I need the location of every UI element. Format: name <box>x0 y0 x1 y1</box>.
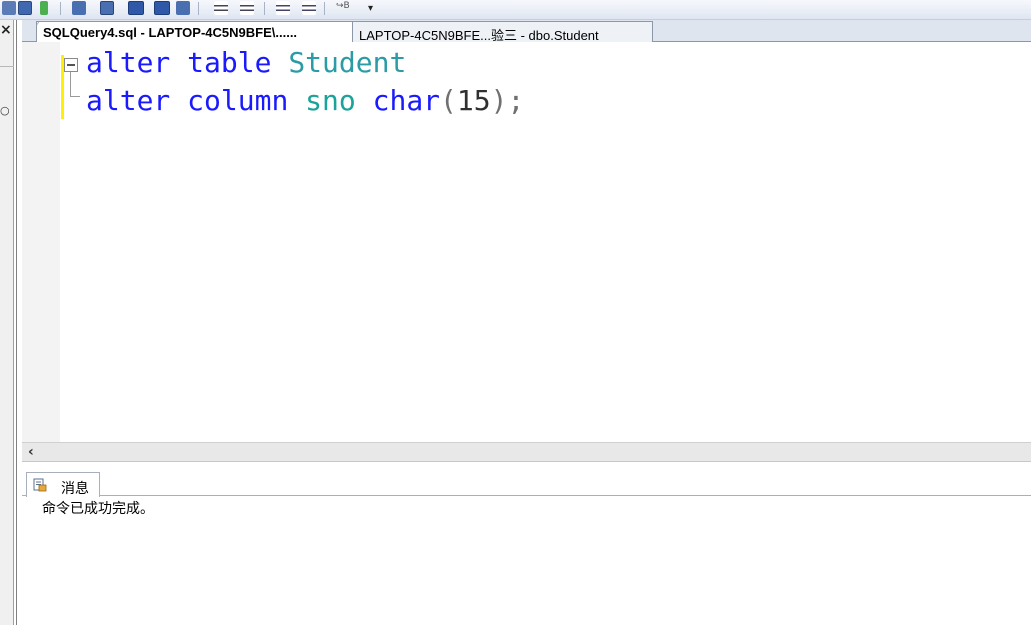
uncomment-icon[interactable] <box>240 1 254 15</box>
fold-guide <box>70 72 71 96</box>
display-plan-icon[interactable] <box>72 1 86 15</box>
keyword: alter <box>86 84 171 117</box>
object-explorer-edge: × ○ <box>0 20 14 625</box>
results-to-grid-icon[interactable] <box>18 1 32 15</box>
tab-sqlquery4[interactable]: SQLQuery4.sql - LAPTOP-4C5N9BFE\...... <box>36 21 370 42</box>
open-paren: ( <box>440 84 457 117</box>
data-type: char <box>372 84 441 117</box>
toolbar-icon-2[interactable] <box>176 1 190 15</box>
table-name: Student <box>288 46 407 79</box>
keyword: table <box>187 46 272 79</box>
code-line-1[interactable]: alter table Student <box>86 46 406 80</box>
keyword: alter <box>86 46 171 79</box>
collapse-icon[interactable] <box>64 58 78 72</box>
results-pane: 消息 命令已成功完成。 <box>22 466 1031 625</box>
comment-icon[interactable] <box>214 1 228 15</box>
close-icon[interactable]: × <box>0 22 12 38</box>
horizontal-scrollbar[interactable]: ‹ <box>22 442 1031 462</box>
divider <box>0 66 14 67</box>
tab-dbo-student[interactable]: LAPTOP-4C5N9BFE...验三 - dbo.Student <box>352 21 653 42</box>
query-editor[interactable]: alter table Student alter column sno cha… <box>22 42 1031 442</box>
messages-tab-label: 消息 <box>61 481 89 497</box>
number-literal: 15 <box>456 84 491 117</box>
keyword: column <box>187 84 289 117</box>
code-line-2[interactable]: alter column sno char(15); <box>86 84 524 118</box>
toolbar-overflow-icon[interactable]: ▾ <box>368 3 378 17</box>
tree-node-icon[interactable]: ○ <box>0 104 14 118</box>
column-name: sno <box>305 84 356 117</box>
fold-guide-end <box>70 96 80 97</box>
result-message: 命令已成功完成。 <box>42 501 154 517</box>
specify-values-icon[interactable]: ↪B <box>336 1 356 15</box>
editor-gutter <box>22 42 60 442</box>
decrease-indent-icon[interactable] <box>276 1 290 15</box>
toolbar-icon[interactable] <box>2 1 16 15</box>
green-icon[interactable] <box>40 1 48 15</box>
results-file-icon[interactable] <box>154 1 170 15</box>
results-text-icon[interactable] <box>100 1 114 15</box>
results-tabstrip: 消息 <box>22 470 1031 497</box>
tab-messages[interactable]: 消息 <box>26 472 100 497</box>
increase-indent-icon[interactable] <box>302 1 316 15</box>
results-grid-icon[interactable] <box>128 1 144 15</box>
scroll-left-icon[interactable]: ‹ <box>28 443 34 461</box>
toolbar: ↪B ▾ <box>0 0 1031 20</box>
panel-divider <box>16 20 17 625</box>
close-paren-semicolon: ); <box>490 84 525 117</box>
document-tabs: SQLQuery4.sql - LAPTOP-4C5N9BFE\...... L… <box>22 20 1031 42</box>
messages-icon <box>33 478 47 492</box>
